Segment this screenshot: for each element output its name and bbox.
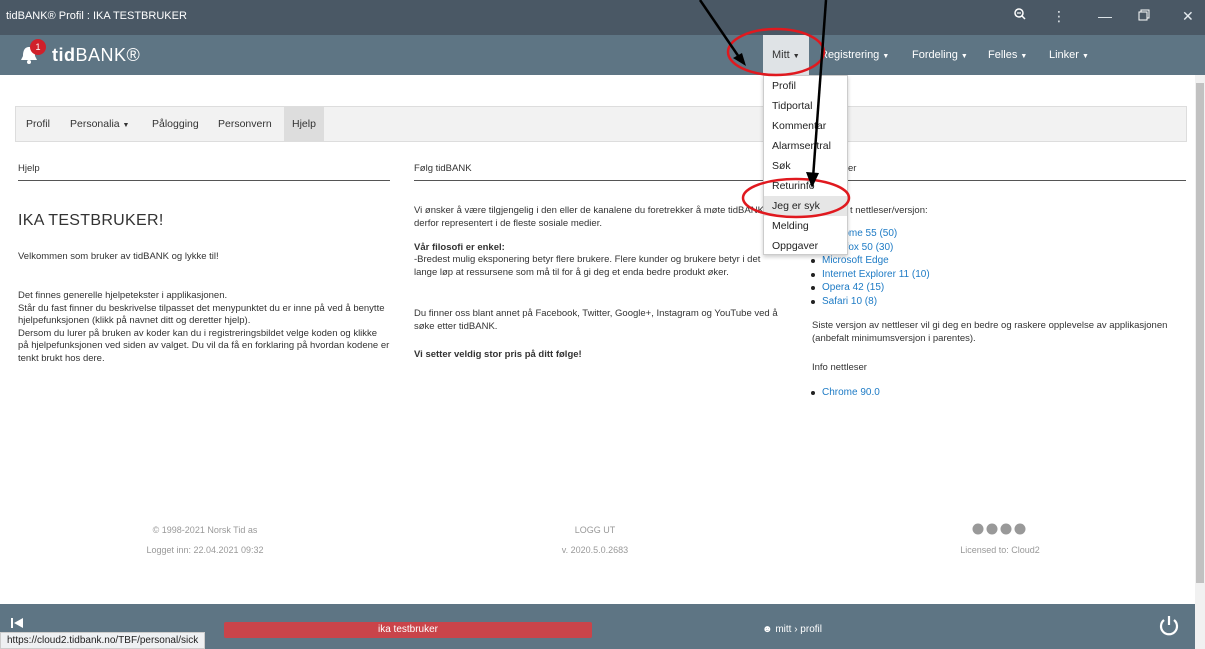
welcome-text: Velkommen som bruker av tidBANK og lykke… — [18, 251, 219, 262]
window-title: tidBANK® Profil : IKA TESTBRUKER — [6, 10, 187, 22]
nav-linker[interactable]: Linker ▼ — [1049, 35, 1089, 75]
list-item: Opera 42 (15) — [808, 281, 1148, 295]
logout-link[interactable]: LOGG UT — [500, 525, 690, 535]
minimize-icon[interactable]: — — [1098, 6, 1112, 26]
list-item: Chrome 90.0 — [808, 386, 1108, 400]
menu-item-jeg-er-syk[interactable]: Jeg er syk — [764, 196, 847, 216]
chevron-down-icon: ▼ — [882, 53, 890, 60]
menu-item-oppgaver[interactable]: Oppgaver — [764, 236, 847, 256]
tab-palogging[interactable]: Pålogging — [152, 107, 199, 141]
supported-browser-list: rome 55 (50) efox 50 (30) Microsoft Edge… — [808, 227, 1148, 308]
chevron-down-icon: ▼ — [960, 53, 968, 60]
logged-in-time: Logget inn: 22.04.2021 09:32 — [146, 545, 264, 555]
current-browser-list: Chrome 90.0 — [808, 386, 1108, 400]
philosophy-text: -Bredest mulig eksponering betyr flere b… — [414, 254, 761, 278]
more-icon[interactable]: ⋮ — [1052, 6, 1066, 26]
list-item: rome 55 (50) — [808, 227, 1148, 241]
power-icon[interactable] — [1157, 614, 1181, 641]
follow-column-header: Følg tidBANK — [414, 163, 786, 181]
menu-item-melding[interactable]: Melding — [764, 216, 847, 236]
status-url: https://cloud2.tidbank.no/TBF/personal/s… — [0, 632, 206, 649]
user-title: IKA TESTBRUKER! — [18, 212, 164, 229]
follow-intro: Vi ønsker å være tilgjengelig i den elle… — [414, 205, 776, 229]
list-item: Safari 10 (8) — [808, 295, 1148, 309]
notification-badge: 1 — [30, 39, 46, 55]
version-text: v. 2020.5.0.2683 — [561, 545, 629, 555]
tab-hjelp[interactable]: Hjelp — [284, 107, 324, 141]
breadcrumb: ☻ mitt › profil — [762, 624, 822, 635]
social-icons — [920, 522, 1080, 538]
list-item: efox 50 (30) — [808, 241, 1148, 255]
window-titlebar: tidBANK® Profil : IKA TESTBRUKER ⋮ — ✕ — [0, 0, 1205, 35]
user-icon: ☻ — [762, 624, 773, 635]
app-logo[interactable]: tidBANK® — [52, 45, 140, 66]
nav-registrering[interactable]: Registrering ▼ — [820, 35, 889, 75]
social-text: Du finner oss blant annet på Facebook, T… — [414, 308, 778, 332]
app-navbar: 1 tidBANK® Mitt ▼ Registrering ▼ Fordeli… — [0, 35, 1205, 75]
menu-item-returinfo[interactable]: Returinfo — [764, 176, 847, 196]
user-bar[interactable]: ika testbruker — [224, 622, 592, 638]
menu-item-sok[interactable]: Søk — [764, 156, 847, 176]
zoom-icon[interactable] — [1013, 6, 1027, 26]
philosophy-title: Vår filosofi er enkel: — [414, 242, 505, 253]
nav-mitt[interactable]: Mitt ▼ — [763, 35, 809, 75]
browser-intro: t nettleser/versjon: — [850, 205, 928, 216]
copyright: © 1998-2021 Norsk Tid as — [152, 525, 258, 535]
tab-personalia[interactable]: Personalia ▼ — [70, 107, 129, 141]
restore-icon[interactable] — [1138, 6, 1150, 26]
nav-fordeling[interactable]: Fordeling ▼ — [912, 35, 968, 75]
closing-text: Vi setter veldig stor pris på ditt følge… — [414, 349, 582, 360]
menu-item-alarmsentral[interactable]: Alarmsentral — [764, 136, 847, 156]
latest-version-note: Siste versjon av nettleser vil gi deg en… — [812, 320, 1168, 344]
chevron-down-icon: ▼ — [792, 53, 800, 60]
mitt-dropdown-menu: Profil Tidportal Kommentar Alarmsentral … — [763, 75, 848, 255]
browser-info-title: Info nettleser — [812, 362, 867, 373]
collapse-left-icon[interactable] — [10, 616, 24, 633]
list-item: Microsoft Edge — [808, 254, 1148, 268]
scrollbar-thumb[interactable] — [1196, 83, 1204, 583]
chevron-down-icon: ▼ — [1082, 53, 1089, 60]
menu-item-tidportal[interactable]: Tidportal — [764, 96, 847, 116]
tab-personvern[interactable]: Personvern — [218, 107, 272, 141]
help-paragraph: Det finnes generelle hjelpetekster i app… — [18, 290, 390, 364]
license-text: Licensed to: Cloud2 — [960, 545, 1040, 555]
caret-down-icon: ▼ — [122, 122, 130, 129]
profile-subtabs: Profil Personalia ▼ Pålogging Personvern… — [15, 106, 1187, 142]
menu-item-kommentar[interactable]: Kommentar — [764, 116, 847, 136]
nav-felles[interactable]: Felles ▼ — [988, 35, 1027, 75]
tab-profil[interactable]: Profil — [26, 107, 50, 141]
browser-column-header: er — [848, 163, 1186, 181]
help-column-header: Hjelp — [18, 163, 390, 181]
list-item: Internet Explorer 11 (10) — [808, 268, 1148, 282]
menu-item-profil[interactable]: Profil — [764, 76, 847, 96]
close-icon[interactable]: ✕ — [1182, 6, 1194, 26]
vertical-scrollbar[interactable] — [1195, 75, 1205, 649]
chevron-down-icon: ▼ — [1020, 53, 1028, 60]
